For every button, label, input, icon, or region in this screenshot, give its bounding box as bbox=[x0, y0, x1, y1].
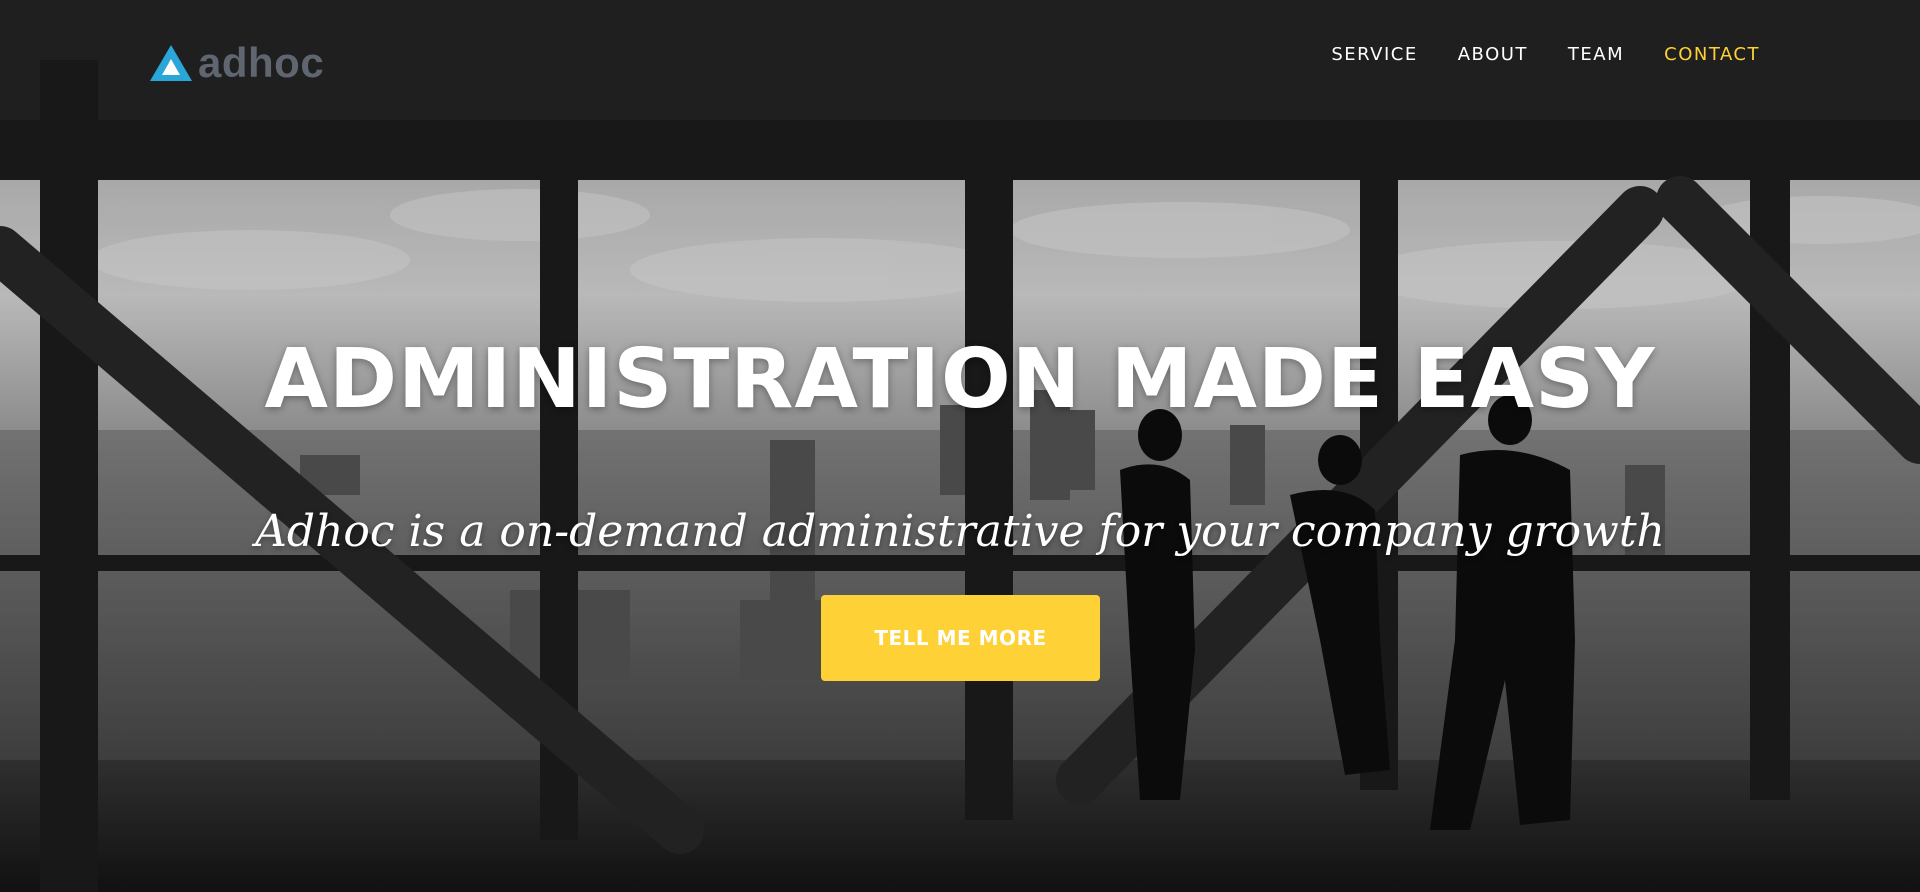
hero-headline: ADMINISTRATION MADE EASY bbox=[264, 332, 1656, 427]
nav-menu: SERVICE ABOUT TEAM CONTACT bbox=[1331, 44, 1760, 65]
navbar: adhoc SERVICE ABOUT TEAM CONTACT bbox=[0, 0, 1920, 118]
tell-me-more-button[interactable]: TELL ME MORE bbox=[821, 595, 1100, 681]
nav-link-service[interactable]: SERVICE bbox=[1331, 44, 1417, 65]
nav-link-team[interactable]: TEAM bbox=[1568, 44, 1624, 65]
nav-link-contact[interactable]: CONTACT bbox=[1664, 44, 1760, 65]
triangle-logo-icon bbox=[150, 45, 192, 81]
brand-name: adhoc bbox=[198, 39, 325, 86]
nav-item-contact: CONTACT bbox=[1664, 44, 1760, 65]
nav-link-about[interactable]: ABOUT bbox=[1458, 44, 1528, 65]
hero-section: adhoc SERVICE ABOUT TEAM CONTACT ADMINIS… bbox=[0, 0, 1920, 892]
hero-subheadline: Adhoc is a on-demand administrative for … bbox=[255, 506, 1665, 557]
brand-logo-link[interactable]: adhoc bbox=[148, 38, 324, 88]
nav-item-service: SERVICE bbox=[1331, 44, 1417, 65]
nav-item-about: ABOUT bbox=[1458, 44, 1528, 65]
hero-overlay bbox=[0, 0, 1920, 892]
nav-item-team: TEAM bbox=[1568, 44, 1624, 65]
